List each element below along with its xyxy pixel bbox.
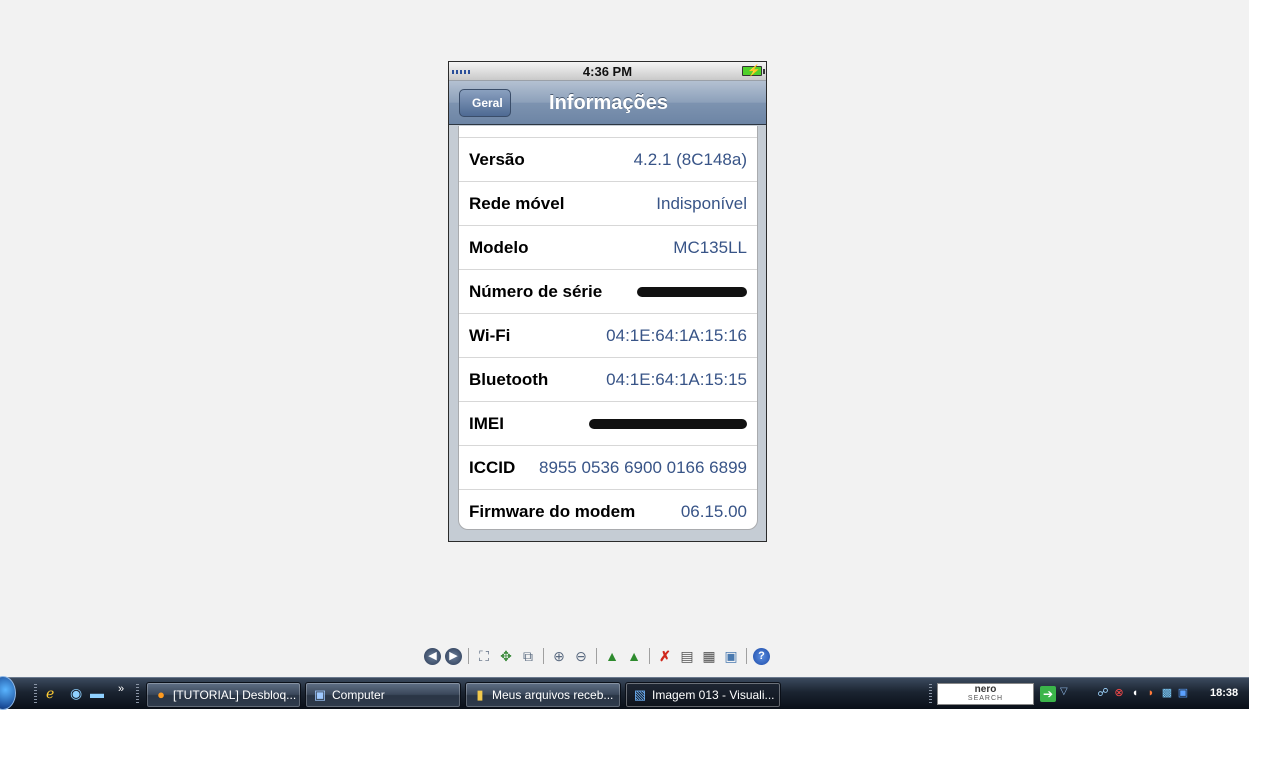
task-label: Imagem 013 - Visuali... — [652, 688, 775, 702]
desktop-icon[interactable]: ▬ — [90, 685, 104, 701]
open-with-icon[interactable]: ▣ — [722, 647, 740, 665]
charging-bolt-icon: ⚡ — [747, 65, 761, 77]
zoom-out-icon[interactable]: ⊖ — [572, 647, 590, 665]
row-value: 06.15.00 — [680, 502, 747, 521]
task-label: Computer — [332, 688, 385, 702]
row-value: Indisponível — [656, 193, 747, 213]
folder-icon: ▮ — [476, 687, 484, 702]
iphone-screenshot: 4:36 PM ⚡ Geral Informações Versão 4.2.1… — [448, 61, 767, 542]
search-go-icon[interactable]: ➔ — [1040, 686, 1056, 702]
row-label: Modelo — [469, 237, 529, 257]
row-value: MC135LL — [673, 237, 747, 257]
task-label: Meus arquivos receb... — [492, 688, 614, 702]
task-firefox[interactable]: ● [TUTORIAL] Desbloq... — [146, 682, 301, 708]
list-item — [459, 126, 757, 138]
status-time: 4:36 PM — [582, 64, 633, 79]
taskbar-grip[interactable] — [136, 684, 139, 704]
row-value: 04:1E:64:1A:15:16 — [606, 325, 747, 345]
toolbar-divider — [596, 648, 597, 664]
task-computer[interactable]: ▣ Computer — [305, 682, 461, 708]
navigation-bar: Geral Informações — [449, 81, 766, 125]
delete-icon[interactable]: ✗ — [656, 647, 674, 665]
system-tray: ☍ ⊗ ◖ ◗ ▩ ▣ — [1096, 686, 1190, 700]
row-label: Firmware do modem — [469, 502, 636, 521]
toolbar-divider — [649, 648, 650, 664]
row-label: Wi-Fi — [469, 325, 511, 345]
row-label: IMEI — [469, 413, 504, 433]
row-label: Bluetooth — [469, 369, 549, 389]
speaker-icon[interactable]: ◗ — [1144, 686, 1158, 700]
task-label: [TUTORIAL] Desbloq... — [173, 688, 297, 702]
row-value: 04:1E:64:1A:15:15 — [606, 369, 747, 389]
chevron-down-icon[interactable]: ▽ — [1060, 686, 1068, 697]
slideshow-icon[interactable]: ⧉ — [519, 647, 537, 665]
task-folder[interactable]: ▮ Meus arquivos receb... — [465, 682, 621, 708]
status-bar: 4:36 PM ⚡ — [449, 62, 766, 81]
list-item: ICCID 8955 0536 6900 0166 6899 — [459, 446, 757, 490]
info-list: Versão 4.2.1 (8C148a) Rede móvel Indispo… — [458, 126, 758, 530]
print-icon[interactable]: ▤ — [678, 647, 696, 665]
computer-icon: ▣ — [313, 687, 327, 702]
list-item: Wi-Fi 04:1E:64:1A:15:16 — [459, 314, 757, 358]
nero-search-box[interactable]: nero SEARCH — [937, 683, 1034, 705]
row-label: Rede móvel — [469, 193, 565, 213]
help-icon[interactable]: ? — [753, 647, 770, 665]
nero-search-label: SEARCH — [967, 695, 1004, 702]
rotate-left-icon[interactable]: ▲ — [603, 647, 621, 665]
app-tray-icon[interactable]: ▩ — [1160, 686, 1174, 700]
browser-icon[interactable]: ◉ — [70, 685, 82, 702]
page-title: Informações — [549, 92, 668, 114]
monitor-icon[interactable]: ▣ — [1176, 686, 1190, 700]
row-label: Número de série — [469, 281, 603, 301]
redaction-scribble — [637, 287, 747, 297]
taskbar-grip[interactable] — [929, 684, 932, 704]
list-item: IMEI — [459, 402, 757, 446]
rotate-right-icon[interactable]: ▲ — [625, 647, 643, 665]
start-button[interactable] — [0, 676, 16, 710]
redaction-scribble — [589, 419, 747, 429]
fit-window-icon[interactable]: ⛶ — [475, 647, 493, 665]
back-icon[interactable]: ◀ — [424, 647, 441, 665]
list-item: Bluetooth 04:1E:64:1A:15:15 — [459, 358, 757, 402]
security-alert-icon[interactable]: ⊗ — [1112, 686, 1126, 700]
overflow-chevron-icon[interactable]: » — [118, 683, 124, 695]
taskbar-clock[interactable]: 18:38 — [1210, 687, 1238, 699]
toolbar-divider — [468, 648, 469, 664]
row-label: Versão — [469, 149, 525, 169]
actual-size-icon[interactable]: ✥ — [497, 647, 515, 665]
row-value: 4.2.1 (8C148a) — [633, 149, 747, 169]
toolbar-divider — [746, 648, 747, 664]
row-value: 8955 0536 6900 0166 6899 — [539, 457, 747, 477]
row-label: ICCID — [469, 457, 516, 477]
volume-icon[interactable]: ◖ — [1128, 686, 1142, 700]
list-item: Firmware do modem 06.15.00 — [459, 490, 757, 534]
photo-viewer-icon: ▧ — [633, 687, 647, 702]
viewer-toolbar: ◀ ▶ ⛶ ✥ ⧉ ⊕ ⊖ ▲ ▲ ✗ ▤ ▦ ▣ ? — [424, 646, 770, 666]
task-photo-viewer[interactable]: ▧ Imagem 013 - Visuali... — [625, 682, 781, 708]
battery-icon: ⚡ — [742, 65, 765, 77]
taskbar-grip[interactable] — [34, 684, 37, 704]
firefox-icon: ● — [157, 687, 165, 702]
list-item: Número de série — [459, 270, 757, 314]
list-item: Modelo MC135LL — [459, 226, 757, 270]
save-icon[interactable]: ▦ — [700, 647, 718, 665]
list-item: Versão 4.2.1 (8C148a) — [459, 138, 757, 182]
ie-icon[interactable]: ℯ — [46, 685, 54, 702]
list-item: Rede móvel Indisponível — [459, 182, 757, 226]
forward-icon[interactable]: ▶ — [445, 647, 462, 665]
toolbar-divider — [543, 648, 544, 664]
zoom-in-icon[interactable]: ⊕ — [550, 647, 568, 665]
taskbar: ℯ ◉ ▬ » ● [TUTORIAL] Desbloq... ▣ Comput… — [0, 676, 1249, 710]
photo-viewer-canvas: 4:36 PM ⚡ Geral Informações Versão 4.2.1… — [0, 0, 1249, 677]
network-icon[interactable]: ☍ — [1096, 686, 1110, 700]
nero-logo: nero — [974, 684, 997, 695]
